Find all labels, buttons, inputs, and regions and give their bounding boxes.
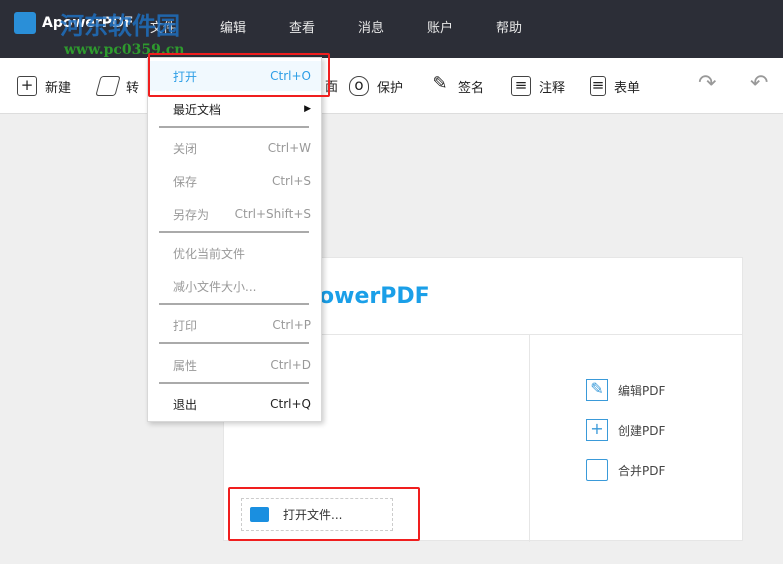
- convert-button[interactable]: 转: [95, 76, 140, 96]
- shortcut: Ctrl+Shift+S: [234, 207, 311, 221]
- label: 关闭: [173, 141, 198, 156]
- menu-item-properties[interactable]: 属性 Ctrl+D: [148, 350, 321, 380]
- edit-icon: ✎: [586, 379, 608, 401]
- brand-title: owerPDF: [319, 284, 430, 309]
- shortcut: Ctrl+W: [267, 141, 311, 155]
- menu-item-save-as[interactable]: 另存为 Ctrl+Shift+S: [148, 199, 321, 229]
- menu-view[interactable]: 查看: [289, 17, 315, 36]
- shield-icon: o: [349, 76, 369, 96]
- app-logo-icon: [14, 12, 36, 34]
- merge-pdf-label: 合并PDF: [618, 463, 666, 478]
- shortcut: Ctrl+S: [271, 174, 311, 188]
- separator: [159, 126, 309, 128]
- menu-item-reduce-size[interactable]: 减小文件大小...: [148, 271, 321, 301]
- label: 最近文档: [173, 102, 222, 117]
- comment-icon: ≡: [511, 76, 531, 96]
- submenu-arrow-icon: ▶: [304, 104, 311, 114]
- highlight-box-open: [148, 53, 330, 97]
- menu-item-exit[interactable]: 退出 Ctrl+Q: [148, 389, 321, 419]
- edit-pdf-action[interactable]: ✎ 编辑PDF: [586, 379, 665, 401]
- pen-icon: ✎: [432, 73, 448, 94]
- separator: [159, 382, 309, 384]
- toolbar: + 新建 转 面 o 保护 ✎ 签名 ≡ 注释 ≡ 表单 ↷ ↶: [0, 58, 783, 114]
- watermark: 河东软件园: [60, 12, 180, 40]
- merge-pdf-action[interactable]: 合并PDF: [586, 459, 665, 481]
- menu-edit[interactable]: 编辑: [220, 17, 246, 36]
- create-pdf-label: 创建PDF: [618, 423, 666, 438]
- menu-item-save[interactable]: 保存 Ctrl+S: [148, 166, 321, 196]
- divider: [529, 335, 530, 542]
- sign-button[interactable]: ✎ 签名: [430, 73, 485, 96]
- merge-icon: [586, 459, 608, 481]
- label: 另存为: [173, 207, 210, 222]
- shortcut: Ctrl+P: [272, 318, 311, 332]
- label: 减小文件大小...: [173, 279, 257, 294]
- separator: [159, 231, 309, 233]
- new-label: 新建: [45, 80, 72, 96]
- menu-item-recent[interactable]: 最近文档 ▶: [148, 94, 321, 124]
- menu-account[interactable]: 账户: [427, 17, 453, 36]
- convert-label: 转: [126, 80, 140, 96]
- plus-icon: +: [17, 76, 37, 96]
- label: 退出: [173, 397, 198, 412]
- label: 属性: [173, 358, 198, 373]
- separator: [159, 303, 309, 305]
- plus-icon: +: [586, 419, 608, 441]
- menu-item-close[interactable]: 关闭 Ctrl+W: [148, 133, 321, 163]
- shortcut: Ctrl+Q: [270, 397, 311, 411]
- comment-label: 注释: [539, 80, 566, 96]
- title-bar: ApowerPDF 文件 编辑 查看 消息 账户 帮助 河东软件园 www.pc…: [0, 0, 783, 58]
- protect-button[interactable]: o 保护: [349, 76, 403, 96]
- label: 优化当前文件: [173, 246, 246, 261]
- highlight-box-open-file: [228, 487, 420, 541]
- form-button[interactable]: ≡ 表单: [590, 76, 640, 96]
- edit-pdf-label: 编辑PDF: [618, 383, 666, 398]
- file-menu-dropdown: 打开 Ctrl+O 最近文档 ▶ 关闭 Ctrl+W 保存 Ctrl+S 另存为 Ctrl…: [147, 57, 322, 422]
- sign-label: 签名: [458, 80, 485, 96]
- shortcut: Ctrl+D: [270, 358, 311, 372]
- menu-item-optimize[interactable]: 优化当前文件: [148, 238, 321, 268]
- undo-icon[interactable]: ↶: [750, 71, 768, 96]
- menu-messages[interactable]: 消息: [358, 17, 384, 36]
- comment-button[interactable]: ≡ 注释: [511, 76, 565, 96]
- redo-icon[interactable]: ↷: [698, 71, 716, 96]
- menu-item-print[interactable]: 打印 Ctrl+P: [148, 310, 321, 340]
- create-pdf-action[interactable]: + 创建PDF: [586, 419, 665, 441]
- new-button[interactable]: + 新建: [17, 76, 71, 96]
- menu-help[interactable]: 帮助: [496, 17, 522, 36]
- separator: [159, 342, 309, 344]
- form-icon: ≡: [590, 76, 606, 96]
- form-label: 表单: [614, 80, 641, 96]
- protect-label: 保护: [377, 80, 404, 96]
- convert-icon: [95, 76, 121, 96]
- label: 打印: [173, 318, 198, 333]
- label: 保存: [173, 174, 198, 189]
